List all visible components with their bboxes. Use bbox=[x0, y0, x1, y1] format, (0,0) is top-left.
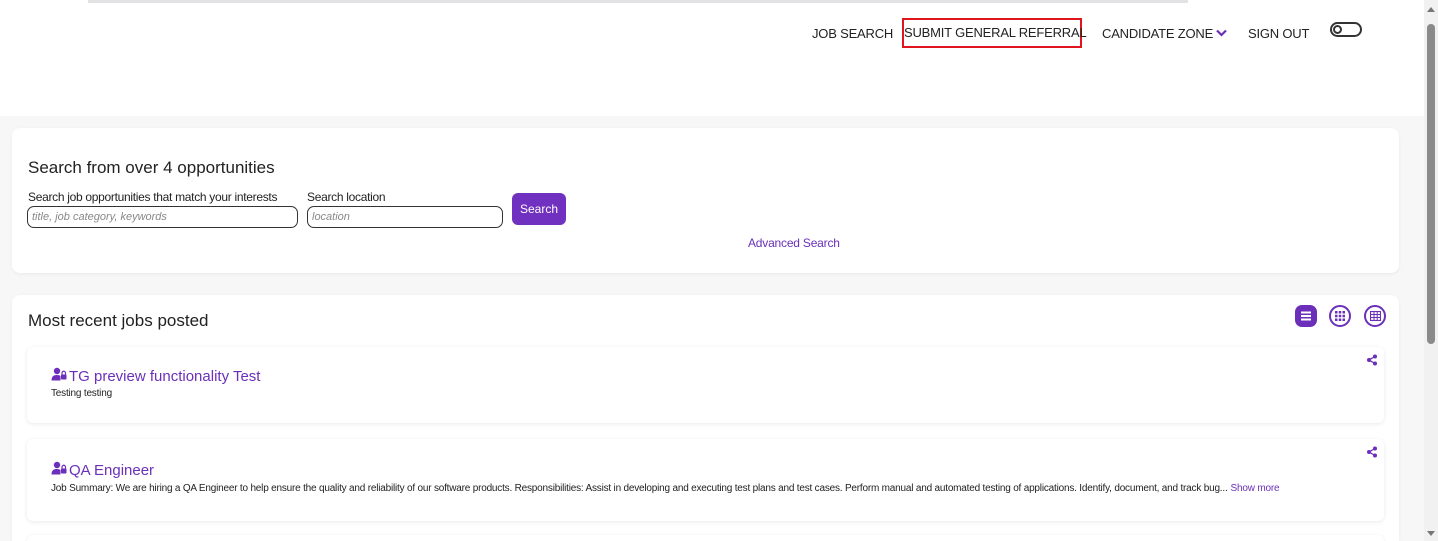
keywords-input[interactable] bbox=[27, 206, 298, 228]
user-lock-icon bbox=[51, 461, 69, 479]
nav-candidate-zone-label: CANDIDATE ZONE bbox=[1102, 26, 1214, 41]
nav-job-search[interactable]: JOB SEARCH bbox=[812, 20, 893, 48]
toggle-knob bbox=[1333, 25, 1342, 34]
page: JOB SEARCH SUBMIT GENERAL REFERRAL CANDI… bbox=[0, 6, 1424, 541]
page-scrollbar[interactable] bbox=[1424, 0, 1438, 541]
job-list-item[interactable]: QA Engineer Job Summary: We are hiring a… bbox=[27, 439, 1384, 521]
grid-view-icon[interactable] bbox=[1329, 305, 1351, 327]
user-lock-icon bbox=[51, 367, 69, 385]
share-icon[interactable] bbox=[1366, 353, 1378, 371]
scrollbar-thumb[interactable] bbox=[1427, 24, 1435, 344]
scroll-up-arrow-icon[interactable] bbox=[1427, 7, 1435, 12]
nav-candidate-zone[interactable]: CANDIDATE ZONE bbox=[1102, 20, 1227, 48]
show-more-link[interactable]: Show more bbox=[1231, 483, 1280, 494]
search-card: Search from over 4 opportunities Search … bbox=[12, 128, 1399, 273]
advanced-search-link[interactable]: Advanced Search bbox=[748, 236, 840, 250]
job-description: Testing testing bbox=[51, 388, 112, 399]
top-strip-bar bbox=[88, 0, 1188, 3]
search-button[interactable]: Search bbox=[512, 193, 566, 225]
job-description-text: Job Summary: We are hiring a QA Engineer… bbox=[51, 483, 1228, 494]
scroll-down-arrow-icon[interactable] bbox=[1427, 531, 1435, 536]
nav-sign-out[interactable]: SIGN OUT bbox=[1248, 20, 1309, 48]
chevron-down-icon bbox=[1216, 21, 1227, 49]
nav-submit-general-referral[interactable]: SUBMIT GENERAL REFERRAL bbox=[902, 18, 1087, 48]
location-input[interactable] bbox=[307, 206, 503, 228]
job-description: Job Summary: We are hiring a QA Engineer… bbox=[51, 483, 1280, 494]
keywords-label: Search job opportunities that match your… bbox=[28, 190, 278, 204]
job-list-item[interactable]: TG preview functionality Test Testing te… bbox=[27, 347, 1384, 423]
recent-jobs-card: Most recent jobs posted TG preview funct… bbox=[12, 295, 1399, 541]
top-navigation: JOB SEARCH SUBMIT GENERAL REFERRAL CANDI… bbox=[0, 6, 1424, 116]
share-icon[interactable] bbox=[1366, 445, 1378, 463]
job-title-link[interactable]: QA Engineer bbox=[51, 461, 154, 479]
list-view-icon[interactable] bbox=[1295, 305, 1317, 327]
location-label: Search location bbox=[307, 190, 386, 204]
search-title: Search from over 4 opportunities bbox=[28, 158, 275, 177]
recent-jobs-title: Most recent jobs posted bbox=[28, 311, 209, 330]
job-title-link[interactable]: TG preview functionality Test bbox=[51, 367, 260, 385]
job-title-text: QA Engineer bbox=[69, 461, 155, 479]
job-list-item[interactable] bbox=[27, 535, 1384, 541]
table-view-icon[interactable] bbox=[1364, 305, 1386, 327]
job-title-text: TG preview functionality Test bbox=[69, 367, 261, 385]
theme-toggle-icon[interactable] bbox=[1330, 22, 1362, 37]
